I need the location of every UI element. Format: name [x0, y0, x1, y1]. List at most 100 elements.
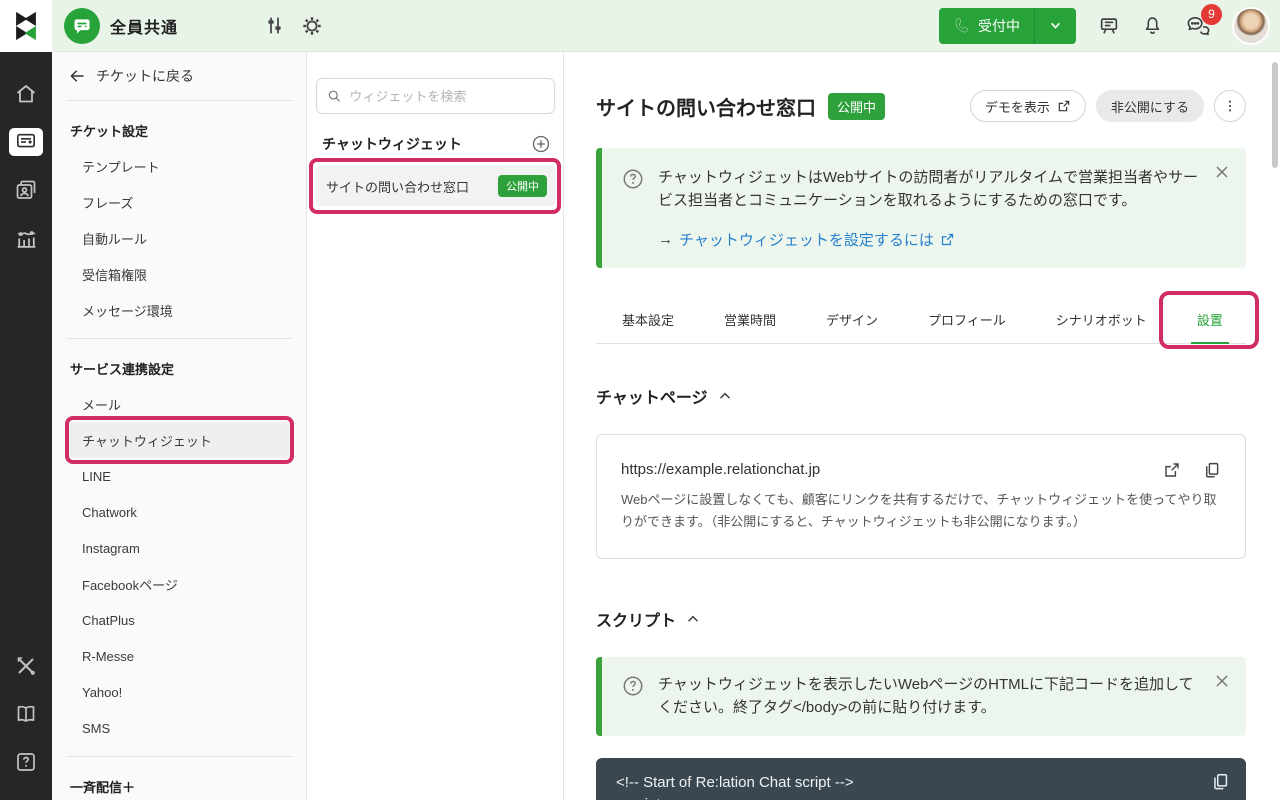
settings-sidebar: チケットに戻る チケット設定 テンプレート フレーズ 自動ルール 受信箱権限 メ…	[52, 52, 307, 800]
sliders-icon[interactable]	[264, 15, 285, 36]
back-to-tickets-link[interactable]: チケットに戻る	[68, 52, 290, 100]
bell-icon[interactable]	[1142, 15, 1163, 36]
close-icon[interactable]	[1214, 673, 1230, 689]
manual-book-icon[interactable]	[0, 690, 52, 738]
widget-search[interactable]	[316, 78, 555, 114]
sidebar-item-chatwork[interactable]: Chatwork	[68, 494, 290, 530]
tab-business-hours[interactable]: 営業時間	[722, 300, 778, 343]
top-bar: 全員共通	[0, 0, 1280, 52]
page-title: サイトの問い合わせ窓口	[596, 92, 816, 121]
gear-icon[interactable]	[301, 15, 323, 37]
setup-help-link-label: チャットウィジェットを設定するには	[679, 229, 934, 250]
analytics-icon[interactable]	[0, 214, 52, 262]
help-icon[interactable]	[0, 738, 52, 786]
external-link-icon	[1057, 99, 1071, 113]
sidebar-item-chat-widget[interactable]: チャットウィジェット	[68, 422, 290, 458]
sidebar-item-yahoo[interactable]: Yahoo!	[68, 674, 290, 710]
chevron-down-icon	[1049, 19, 1062, 32]
sidebar-item-sms[interactable]: SMS	[68, 710, 290, 746]
search-icon	[327, 88, 341, 104]
sidebar-item-label: チャットウィジェット	[82, 431, 212, 450]
sidebar-item-facebook[interactable]: Facebookページ	[68, 566, 290, 602]
sidebar-section-broadcast[interactable]: 一斉配信＋	[68, 757, 290, 800]
chat-page-heading-label: チャットページ	[596, 384, 708, 408]
code-line-1: <!-- Start of Re:lation Chat script -->	[616, 772, 1226, 794]
copy-url-icon[interactable]	[1203, 461, 1221, 479]
reception-status-split-button[interactable]: 受付中	[939, 8, 1076, 44]
scrollbar-thumb[interactable]	[1272, 62, 1278, 168]
arrow-glyph: →	[658, 231, 673, 248]
sidebar-item-mail[interactable]: メール	[68, 386, 290, 422]
tab-design[interactable]: デザイン	[824, 300, 880, 343]
script-heading: スクリプト	[596, 607, 1246, 631]
user-avatar[interactable]	[1232, 7, 1270, 45]
chat-notifications[interactable]: 9	[1185, 14, 1210, 38]
sidebar-item-template[interactable]: テンプレート	[68, 148, 290, 184]
reception-status-label: 受付中	[978, 16, 1020, 36]
chat-page-card: https://example.relationchat.jp Webページに設…	[596, 434, 1246, 560]
close-icon[interactable]	[1214, 164, 1230, 180]
chat-page-url: https://example.relationchat.jp	[621, 461, 820, 478]
home-icon[interactable]	[0, 70, 52, 118]
status-badge: 公開中	[828, 93, 885, 120]
arrow-left-icon	[68, 67, 86, 85]
icon-rail	[0, 52, 52, 800]
info-banner-text: チャットウィジェットはWebサイトの訪問者がリアルタイムで営業担当者やサービス担…	[658, 166, 1198, 213]
collapse-caret-icon[interactable]	[718, 389, 732, 403]
code-line-2: <script>	[616, 794, 1226, 800]
settings-tabs: 基本設定 営業時間 デザイン プロフィール シナリオボット 設置	[596, 300, 1246, 344]
show-demo-label: デモを表示	[985, 97, 1050, 116]
sidebar-item-instagram[interactable]: Instagram	[68, 530, 290, 566]
sidebar-item-inbox-permission[interactable]: 受信箱権限	[68, 256, 290, 292]
sidebar-item-phrase[interactable]: フレーズ	[68, 184, 290, 220]
workspace-chat-icon	[64, 8, 100, 44]
show-demo-button[interactable]: デモを表示	[970, 90, 1086, 122]
add-widget-icon[interactable]	[531, 134, 551, 154]
main-content: サイトの問い合わせ窓口 公開中 デモを表示 非公開にする	[564, 52, 1280, 800]
tab-installation[interactable]: 設置	[1195, 300, 1225, 343]
sidebar-item-auto-rule[interactable]: 自動ルール	[68, 220, 290, 256]
relation-logo[interactable]	[0, 0, 52, 52]
widget-item-status-badge: 公開中	[498, 175, 547, 197]
external-link-icon	[940, 232, 955, 247]
app-window: 全員共通	[0, 0, 1280, 800]
page-header: サイトの問い合わせ窓口 公開中 デモを表示 非公開にする	[596, 90, 1246, 122]
sidebar-item-chatplus[interactable]: ChatPlus	[68, 602, 290, 638]
tools-icon[interactable]	[0, 642, 52, 690]
widget-list-item[interactable]: サイトの問い合わせ窓口 公開中	[316, 166, 555, 206]
sidebar-section-ticket-settings: チケット設定	[68, 101, 290, 148]
script-info-text: チャットウィジェットを表示したいWebページのHTMLに下記コードを追加してくだ…	[658, 673, 1198, 720]
widget-list-panel: チャットウィジェット サイトの問い合わせ窓口 公開中	[307, 52, 564, 800]
open-url-icon[interactable]	[1163, 461, 1181, 479]
copy-code-icon[interactable]	[1211, 772, 1230, 791]
header-actions: デモを表示 非公開にする	[970, 90, 1246, 122]
sidebar-item-message-env[interactable]: メッセージ環境	[68, 292, 290, 328]
unread-count-badge: 9	[1201, 4, 1222, 25]
tab-profile[interactable]: プロフィール	[926, 300, 1008, 343]
widget-info-banner: チャットウィジェットはWebサイトの訪問者がリアルタイムで営業担当者やサービス担…	[596, 148, 1246, 268]
embed-script-code-block: <!-- Start of Re:lation Chat script --> …	[596, 758, 1246, 800]
more-menu-button[interactable]	[1214, 90, 1246, 122]
widget-search-input[interactable]	[349, 89, 544, 104]
more-vertical-icon	[1222, 98, 1238, 114]
tab-basic-settings[interactable]: 基本設定	[620, 300, 676, 343]
reception-status-caret[interactable]	[1034, 8, 1076, 44]
workspace-title: 全員共通	[110, 14, 178, 38]
topbar-right-cluster: 受付中	[939, 7, 1280, 45]
widget-list-header: チャットウィジェット	[322, 134, 551, 154]
relation-logo-icon	[9, 9, 43, 43]
board-icon[interactable]	[1098, 15, 1120, 37]
unpublish-button[interactable]: 非公開にする	[1096, 90, 1204, 122]
tab-installation-label: 設置	[1197, 313, 1223, 328]
sidebar-section-service-integration: サービス連携設定	[68, 339, 290, 386]
tickets-icon[interactable]	[0, 118, 52, 166]
sidebar-item-line[interactable]: LINE	[68, 458, 290, 494]
setup-help-link[interactable]: チャットウィジェットを設定するには	[679, 229, 955, 250]
question-circle-icon	[622, 675, 644, 697]
sidebar-item-rmesse[interactable]: R-Messe	[68, 638, 290, 674]
collapse-caret-icon[interactable]	[686, 612, 700, 626]
tab-scenario-bot[interactable]: シナリオボット	[1054, 300, 1149, 343]
phone-icon	[953, 17, 970, 34]
reception-status-button[interactable]: 受付中	[939, 8, 1034, 44]
contacts-icon[interactable]	[0, 166, 52, 214]
